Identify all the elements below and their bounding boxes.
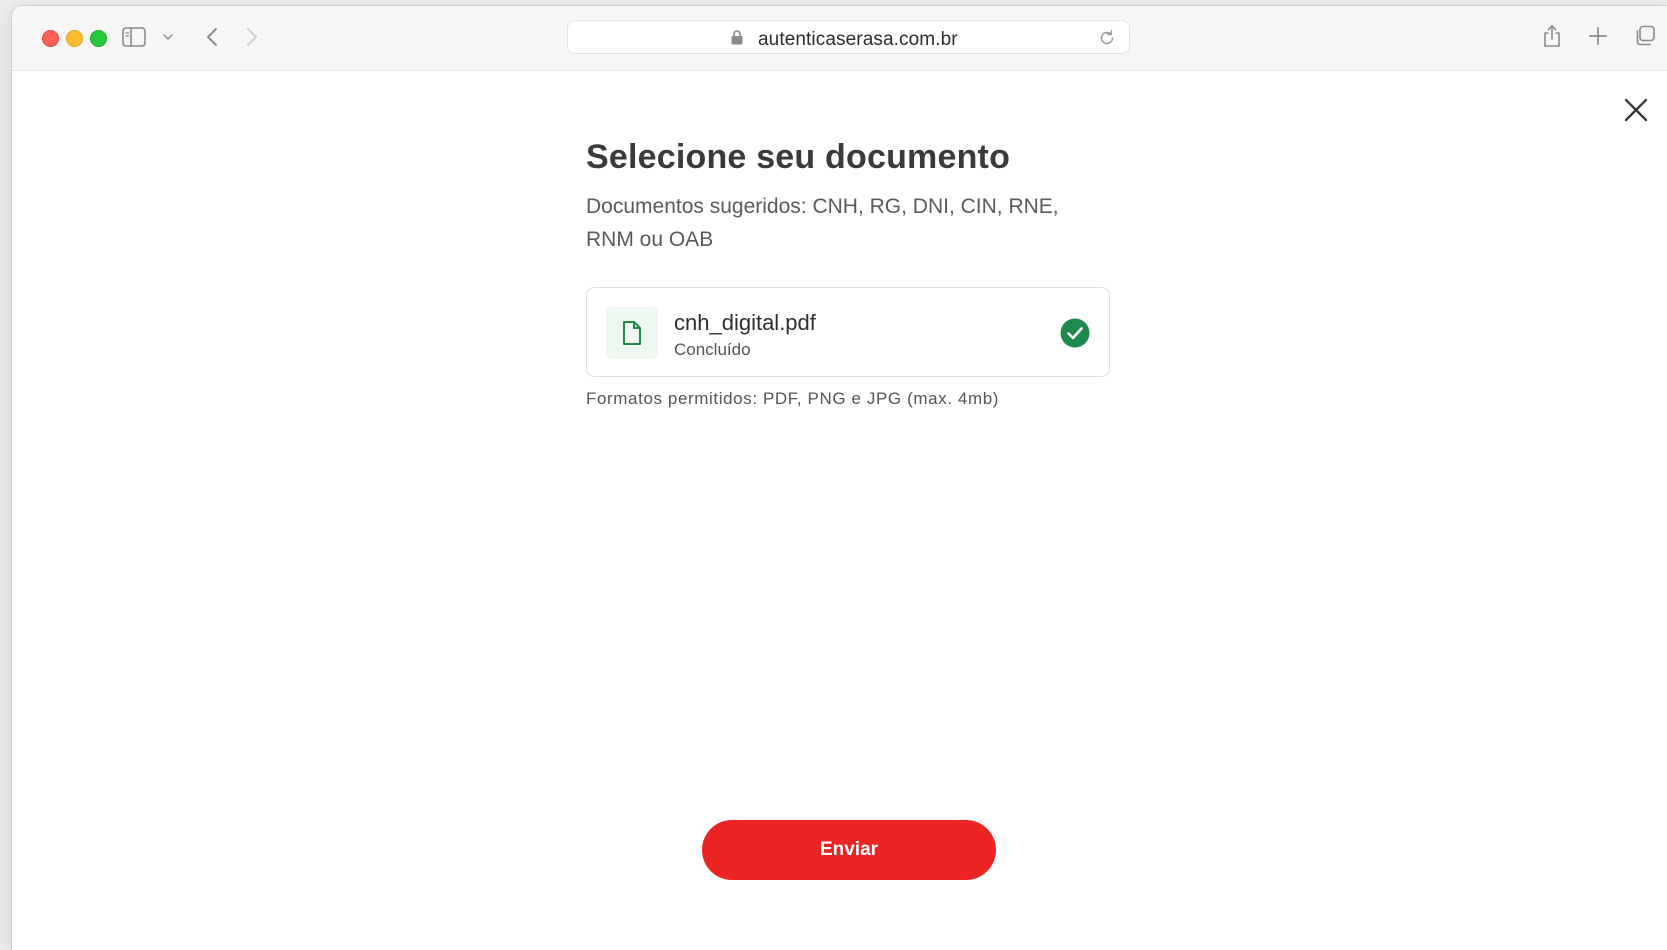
document-icon xyxy=(606,307,658,359)
chevron-left-icon[interactable] xyxy=(202,24,222,50)
page-title: Selecione seu documento xyxy=(586,138,1011,176)
minimize-window-icon[interactable] xyxy=(66,30,83,47)
sidebar-dropdown-chevron-icon[interactable] xyxy=(160,28,176,46)
browser-toolbar: autenticaserasa.com.br xyxy=(12,6,1667,71)
file-status: Concluído xyxy=(674,340,751,359)
file-name: cnh_digital.pdf xyxy=(674,310,816,335)
address-url: autenticaserasa.com.br xyxy=(758,29,958,50)
formats-hint: Formatos permitidos: PDF, PNG e JPG (max… xyxy=(586,389,1000,408)
close-icon[interactable] xyxy=(1622,96,1650,124)
sidebar-icon[interactable] xyxy=(122,26,146,48)
check-circle-icon xyxy=(1060,318,1090,348)
browser-window: autenticaserasa.com.br Selecione seu doc… xyxy=(12,6,1667,950)
submit-button[interactable]: Enviar xyxy=(702,820,996,880)
share-icon[interactable] xyxy=(1542,22,1562,50)
page-subtitle: Documentos sugeridos: CNH, RG, DNI, CIN,… xyxy=(586,195,1059,251)
close-window-icon[interactable] xyxy=(42,30,59,47)
zoom-window-icon[interactable] xyxy=(90,30,107,47)
address-bar[interactable]: autenticaserasa.com.br xyxy=(567,20,1130,54)
reload-icon[interactable] xyxy=(1098,29,1116,52)
chevron-right-icon[interactable] xyxy=(242,24,262,50)
tabs-overview-icon[interactable] xyxy=(1634,25,1656,47)
plus-icon[interactable] xyxy=(1588,26,1608,46)
uploaded-file-card[interactable]: cnh_digital.pdf Concluído xyxy=(586,287,1110,377)
lock-icon xyxy=(731,30,743,50)
page-content: Selecione seu documento Documentos suger… xyxy=(12,71,1667,950)
